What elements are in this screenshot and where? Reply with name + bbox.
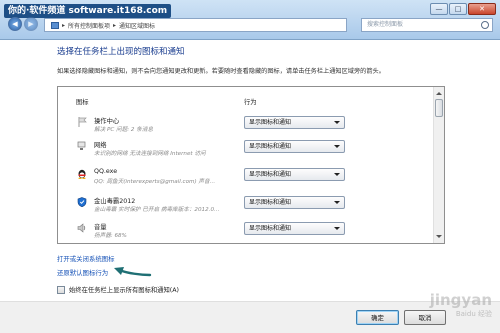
scroll-thumb[interactable] [435,99,443,117]
network-icon [77,141,87,151]
chevron-down-icon [334,227,340,230]
site-logo-big: jingyan [429,291,492,309]
window-controls: — □ ✕ [430,3,496,15]
title-bar: 你的·软件频道 software.it168.com — □ ✕ ◀ ▶ ▸ 所… [0,0,500,40]
item-name: 音量 [94,224,107,231]
arrow-down-icon [436,235,442,238]
item-detail: QQ: 周鱼天(interexperts@gmail.com) 声音… [94,179,216,185]
item-name: 金山毒霸2012 [94,198,136,205]
behavior-value: 显示图标和通知 [249,225,292,232]
forward-button[interactable]: ▶ [24,17,38,31]
behavior-select[interactable]: 显示图标和通知 [244,222,345,235]
column-header-behavior: 行为 [244,99,257,106]
breadcrumb-notification-icons[interactable]: 通知区域图标 [119,21,155,30]
show-all-icons-label: 始终在任务栏上显示所有图标和通知(A) [69,287,179,294]
item-detail: 未识别的网络 无法连接到网络 Internet 访问 [94,151,206,157]
vertical-scrollbar[interactable] [433,87,444,243]
page-description: 如果选择隐藏图标和通知，则不会向您通知更改和更新。若要随时查看隐藏的图标，请单击… [57,68,385,75]
dialog-footer: 确定 取消 jingyan Baidu 经验 [0,291,500,333]
system-icons-link[interactable]: 打开或关闭系统图标 [57,254,115,263]
page-title: 选择在任务栏上出现的图标和通知 [57,47,185,57]
item-name: 操作中心 [94,118,120,125]
behavior-value: 显示图标和通知 [249,143,292,150]
chevron-down-icon [334,145,340,148]
item-name: QQ.exe [94,168,118,175]
maximize-button[interactable]: □ [449,3,467,15]
breadcrumb-all-items[interactable]: 所有控制面板项 [68,21,110,30]
chevron-down-icon [334,173,340,176]
breadcrumb-separator: ▸ [62,21,66,29]
behavior-value: 显示图标和通知 [249,171,292,178]
list-item: 操作中心 解决 PC 问题: 2 条消息 显示图标和通知 [58,114,432,140]
volume-icon [77,223,87,233]
back-button[interactable]: ◀ [8,17,22,31]
shield-icon [77,197,87,207]
search-icon [481,21,489,29]
chevron-down-icon [334,121,340,124]
flag-icon [77,117,87,127]
search-input[interactable]: 搜索控制面板 [361,18,493,32]
breadcrumb-separator: ▸ [113,21,117,29]
column-header-icon: 图标 [76,99,89,106]
behavior-select[interactable]: 显示图标和通知 [244,196,345,209]
item-detail: 解决 PC 问题: 2 条消息 [94,127,153,133]
notification-icon-list: 图标 行为 操作中心 解决 PC 问题: 2 条消息 显示图标和通知 网络 未识… [57,86,445,244]
item-detail: 扬声器: 68% [94,233,127,239]
list-item: QQ.exe QQ: 周鱼天(interexperts@gmail.com) 声… [58,166,432,192]
qq-icon [77,169,87,179]
item-name: 网络 [94,142,107,149]
behavior-value: 显示图标和通知 [249,199,292,206]
behavior-value: 显示图标和通知 [249,119,292,126]
list-item: 音量 扬声器: 68% 显示图标和通知 [58,220,432,243]
site-watermark: 你的·软件频道 software.it168.com [4,4,172,18]
behavior-select[interactable]: 显示图标和通知 [244,168,345,181]
behavior-select[interactable]: 显示图标和通知 [244,116,345,129]
show-all-icons-checkbox[interactable] [57,285,65,294]
annotation-arrow-icon [114,267,152,277]
site-logo-small: Baidu 经验 [455,310,492,318]
scroll-up-button[interactable] [435,89,443,98]
chevron-down-icon [334,201,340,204]
close-button[interactable]: ✕ [468,3,496,15]
site-logo: jingyan Baidu 经验 [392,291,492,331]
list-item: 金山毒霸2012 金山毒霸 实时保护 已开启 病毒库版本：2012.0… 显示图… [58,194,432,220]
restore-default-link[interactable]: 还原默认图标行为 [57,268,108,277]
arrow-up-icon [436,92,442,95]
address-bar[interactable]: ▸ 所有控制面板项 ▸ 通知区域图标 [44,18,347,32]
list-item: 网络 未识别的网络 无法连接到网络 Internet 访问 显示图标和通知 [58,138,432,164]
behavior-select[interactable]: 显示图标和通知 [244,140,345,153]
scroll-down-button[interactable] [435,232,443,241]
show-all-icons-option[interactable]: 始终在任务栏上显示所有图标和通知(A) [57,285,179,294]
control-panel-icon [51,21,59,29]
item-detail: 金山毒霸 实时保护 已开启 病毒库版本：2012.0… [94,207,220,213]
minimize-button[interactable]: — [430,3,448,15]
